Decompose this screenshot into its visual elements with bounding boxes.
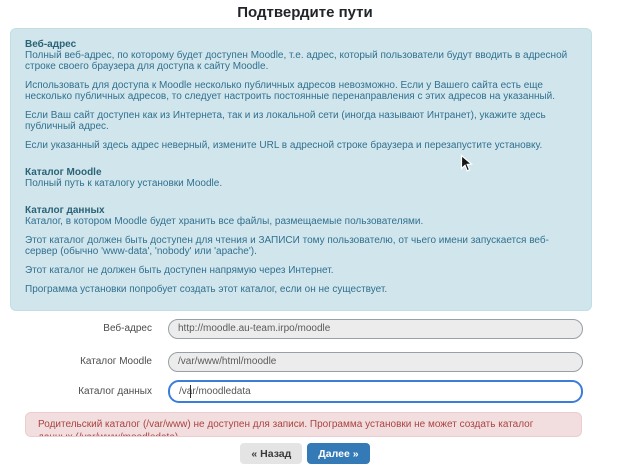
- wizard-navigation: « Назад Далее »: [0, 443, 610, 464]
- next-button[interactable]: Далее »: [307, 443, 369, 464]
- info-paragraph: Каталог, в котором Moodle будет хранить …: [25, 216, 577, 227]
- moodle-directory-label: Каталог Moodle: [0, 356, 152, 367]
- info-paragraph: Если Ваш сайт доступен как из Интернета,…: [25, 110, 577, 132]
- page-title: Подтвердите пути: [0, 4, 610, 21]
- info-paragraph: Использовать для доступа к Moodle нескол…: [25, 80, 577, 102]
- data-directory-input[interactable]: [168, 380, 583, 403]
- error-alert: Родительский каталог (/var/www) не досту…: [25, 412, 582, 437]
- web-address-input[interactable]: [168, 319, 583, 339]
- web-address-label: Веб-адрес: [0, 323, 152, 334]
- data-directory-label: Каталог данных: [0, 386, 152, 397]
- info-paragraph: Полный веб-адрес, по которому будет дост…: [25, 50, 577, 72]
- paths-info-box: Веб-адрес Полный веб-адрес, по которому …: [10, 28, 592, 311]
- info-paragraph: Этот каталог должен быть доступен для чт…: [25, 235, 577, 257]
- info-paragraph: Программа установки попробует создать эт…: [25, 284, 577, 295]
- back-button[interactable]: « Назад: [240, 443, 302, 464]
- info-heading-moodle-directory: Каталог Moodle: [25, 167, 577, 178]
- mouse-cursor-icon: [460, 154, 473, 173]
- text-caret: [190, 385, 191, 398]
- info-heading-data-directory: Каталог данных: [25, 205, 577, 216]
- moodle-directory-input[interactable]: [168, 352, 583, 372]
- info-paragraph: Этот каталог не должен быть доступен нап…: [25, 265, 577, 276]
- info-paragraph: Если указанный здесь адрес неверный, изм…: [25, 140, 577, 151]
- info-paragraph: Полный путь к каталогу установки Moodle.: [25, 178, 577, 189]
- info-heading-web-address: Веб-адрес: [25, 39, 577, 50]
- error-message: Родительский каталог (/var/www) не досту…: [38, 419, 533, 437]
